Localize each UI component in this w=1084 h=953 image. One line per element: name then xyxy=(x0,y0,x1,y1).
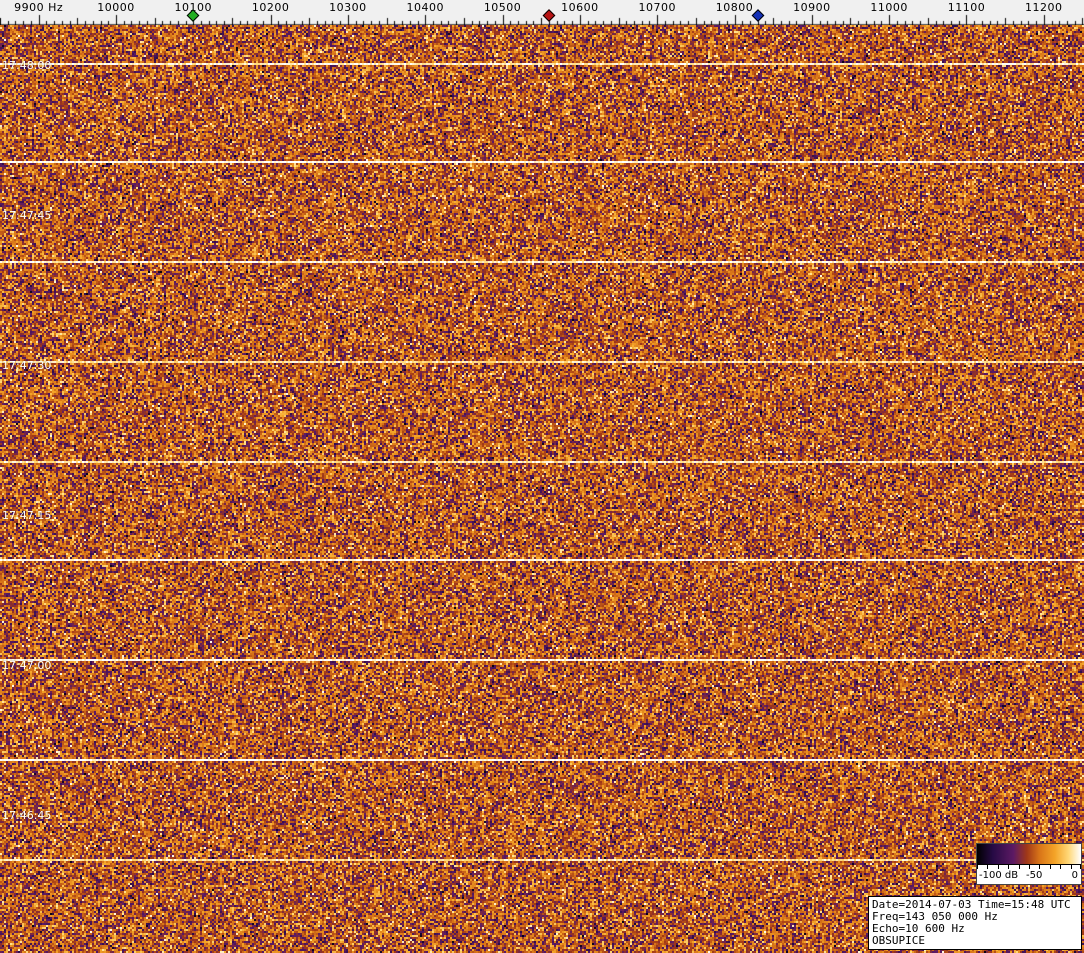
freq-tick-label: 10000 xyxy=(97,1,135,14)
intensity-colorbar: -100 dB -50 0 xyxy=(976,843,1082,885)
colorbar-tick xyxy=(1008,865,1009,869)
frequency-ruler-labels: 9900 Hz 10000 10100 10200 10300 10400 10500 106… xyxy=(0,0,1084,25)
status-info-box: Date=2014-07-03 Time=15:48 UTC Freq=143 … xyxy=(868,896,1082,950)
colorbar-tick xyxy=(1029,865,1030,869)
colorbar-mid-label: -50 xyxy=(1026,870,1042,881)
freq-tick-label: 10200 xyxy=(252,1,290,14)
info-station: OBSUPICE xyxy=(872,935,1078,947)
colorbar-tick xyxy=(1060,865,1061,869)
freq-tick-label: 10900 xyxy=(793,1,831,14)
colorbar-labels: -100 dB -50 0 xyxy=(977,870,1081,884)
waterfall-spectrogram[interactable] xyxy=(0,25,1084,953)
freq-tick-label: 11100 xyxy=(948,1,986,14)
waterfall-area[interactable]: 17:48:00 17:47:45 17:47:30 17:47:15 17:47:00… xyxy=(0,25,1084,953)
freq-tick-label: 10400 xyxy=(406,1,444,14)
colorbar-max-label: 0 xyxy=(1072,870,1078,881)
freq-tick-label: 10300 xyxy=(329,1,367,14)
freq-tick-label: 10800 xyxy=(716,1,754,14)
spectrogram-window: 9900 Hz 10000 10100 10200 10300 10400 10500 106… xyxy=(0,0,1084,953)
colorbar-tick xyxy=(1071,865,1072,869)
freq-tick-label: 11200 xyxy=(1025,1,1063,14)
frequency-ruler[interactable]: 9900 Hz 10000 10100 10200 10300 10400 10500 106… xyxy=(0,0,1084,25)
colorbar-tick xyxy=(1080,865,1081,869)
freq-tick-label: 10700 xyxy=(638,1,676,14)
colorbar-tick xyxy=(987,865,988,869)
colorbar-min-label: -100 dB xyxy=(979,870,1018,881)
colorbar-tick xyxy=(1019,865,1020,869)
colorbar-gradient xyxy=(977,844,1081,865)
freq-tick-label: 9900 Hz xyxy=(14,1,63,14)
freq-tick-label: 11000 xyxy=(870,1,908,14)
freq-tick-label: 10500 xyxy=(484,1,522,14)
freq-tick-label: 10600 xyxy=(561,1,599,14)
colorbar-tick xyxy=(998,865,999,869)
colorbar-tick xyxy=(1050,865,1051,869)
colorbar-tick xyxy=(977,865,978,869)
colorbar-tick xyxy=(1039,865,1040,869)
